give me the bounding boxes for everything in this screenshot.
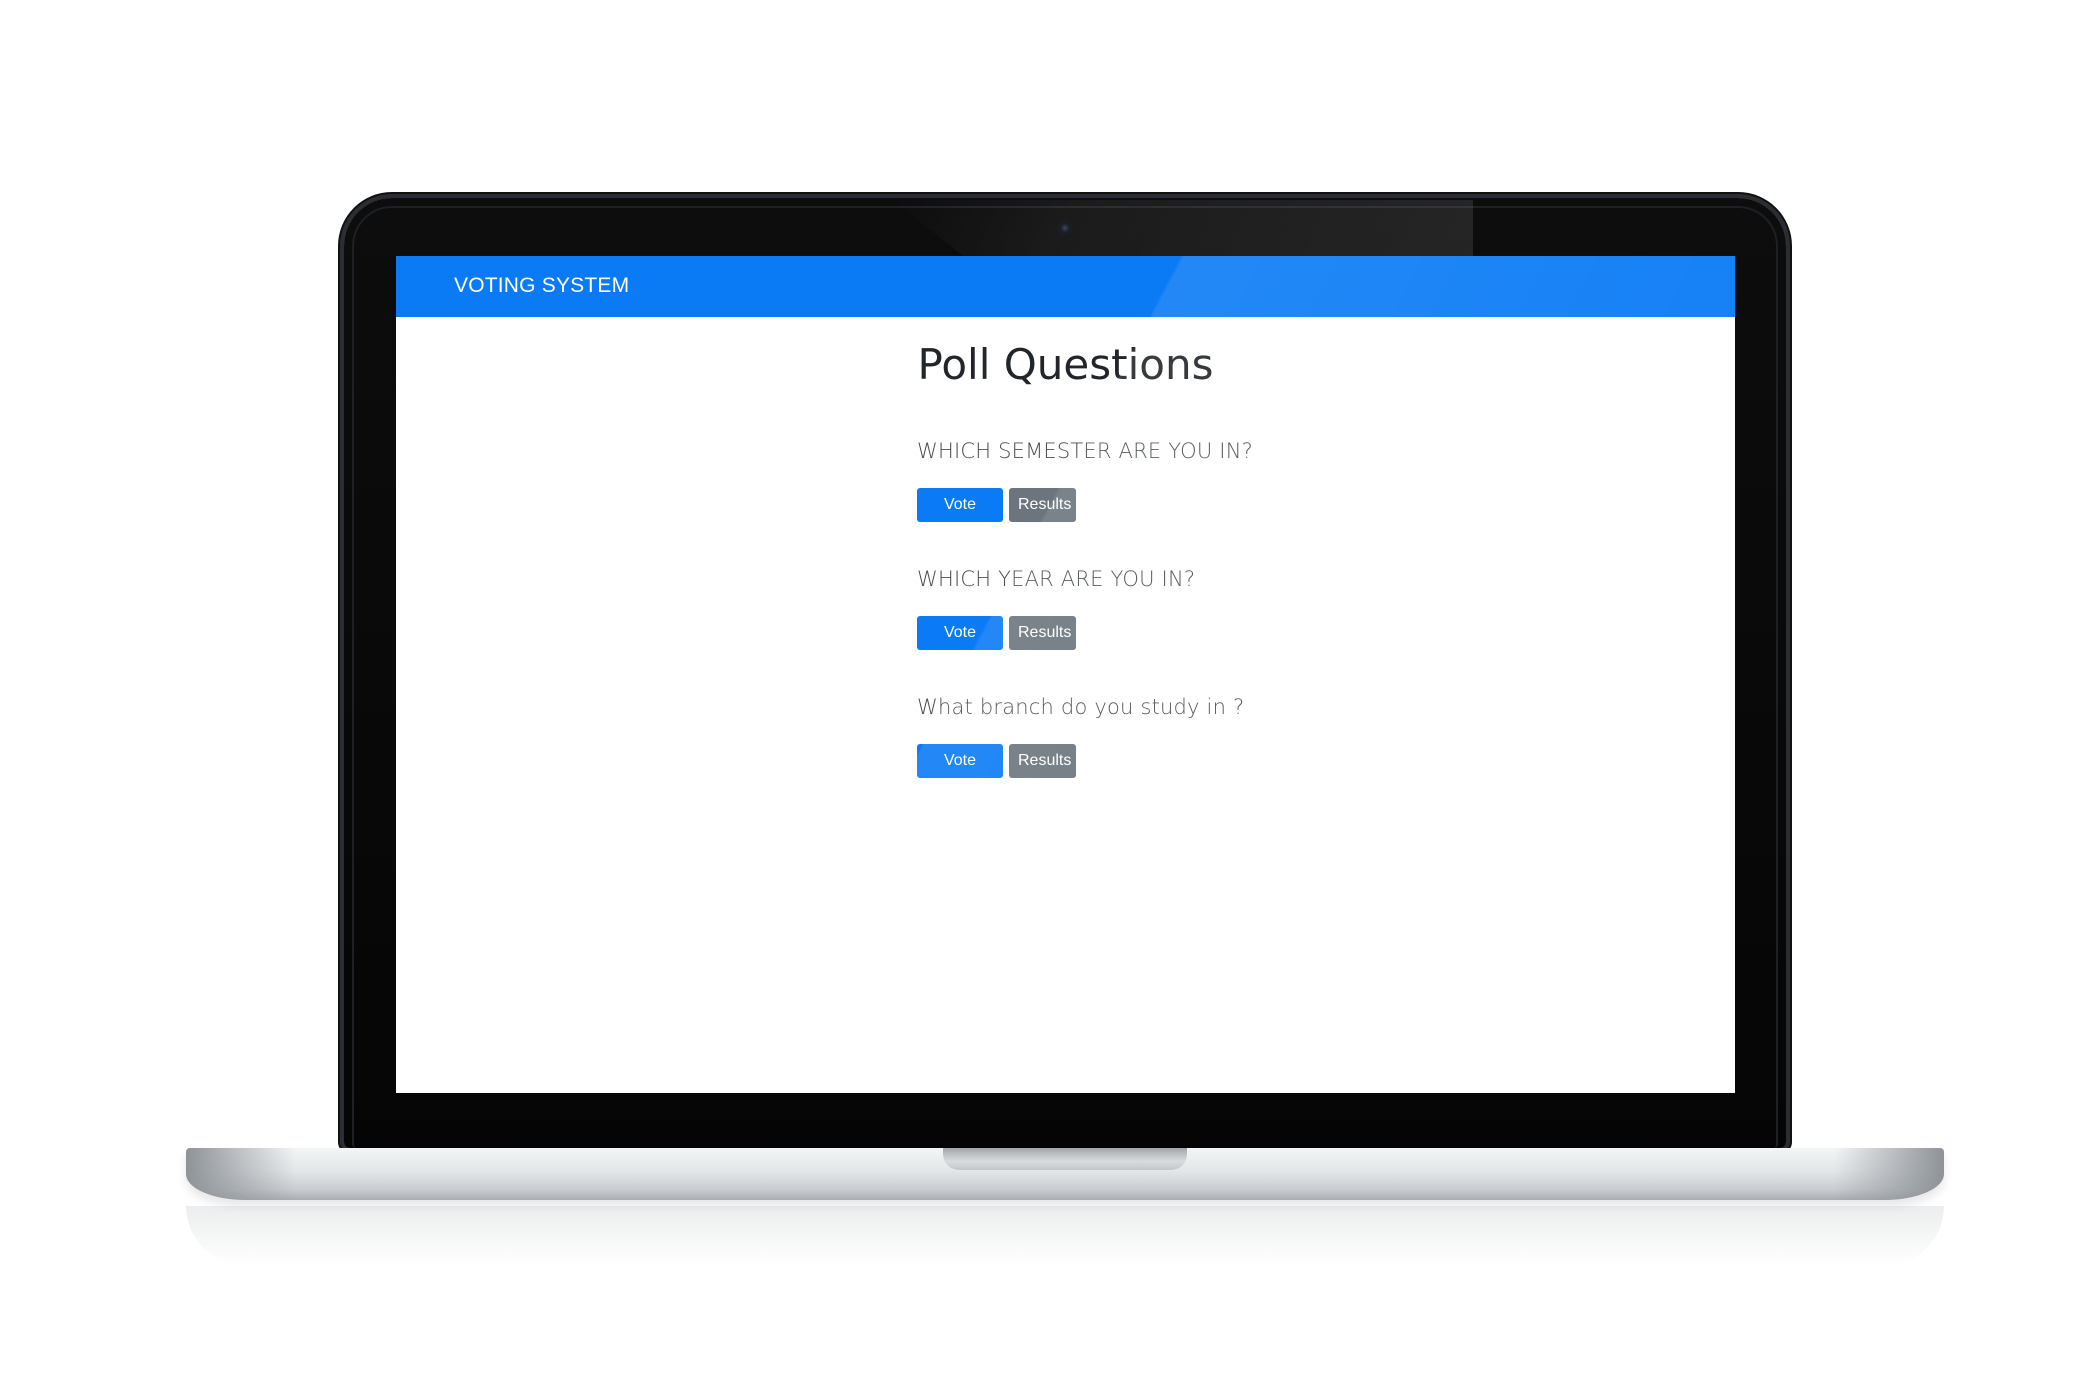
poll-actions: Vote Now Results [917, 488, 1417, 547]
laptop-opening-notch [943, 1148, 1187, 1170]
vote-now-button[interactable]: Vote Now [917, 488, 1003, 547]
poll-list: WHICH SEMESTER ARE YOU IN? Vote Now Resu… [917, 436, 1417, 820]
poll-actions: Vote Now Results [917, 744, 1417, 803]
poll-question: WHICH SEMESTER ARE YOU IN? [917, 439, 1253, 463]
poll-item-branch: What branch do you study in ? Vote Now R… [917, 692, 1417, 820]
results-button[interactable]: Results [1009, 488, 1076, 522]
laptop-screen: VOTING SYSTEM Poll Questions WHICH SEMES… [396, 256, 1735, 1093]
poll-question: WHICH YEAR ARE YOU IN? [917, 567, 1196, 591]
navbar-brand[interactable]: VOTING SYSTEM [454, 274, 629, 298]
results-button[interactable]: Results [1009, 616, 1076, 650]
poll-item-year: WHICH YEAR ARE YOU IN? Vote Now Results [917, 564, 1417, 692]
mockup-stage: VOTING SYSTEM Poll Questions WHICH SEMES… [0, 0, 2100, 1400]
base-shade-left [186, 1148, 296, 1200]
poll-question: What branch do you study in ? [917, 695, 1245, 719]
vote-now-button[interactable]: Vote Now [917, 616, 1003, 675]
webcam-icon [1060, 223, 1070, 233]
poll-actions: Vote Now Results [917, 616, 1417, 675]
base-shade-right [1834, 1148, 1944, 1200]
poll-item-semester: WHICH SEMESTER ARE YOU IN? Vote Now Resu… [917, 436, 1417, 564]
laptop-reflection [186, 1206, 1944, 1266]
vote-now-button[interactable]: Vote Now [917, 744, 1003, 803]
page-title: Poll Questions [917, 340, 1214, 389]
navbar: VOTING SYSTEM [396, 256, 1735, 317]
results-button[interactable]: Results [1009, 744, 1076, 778]
